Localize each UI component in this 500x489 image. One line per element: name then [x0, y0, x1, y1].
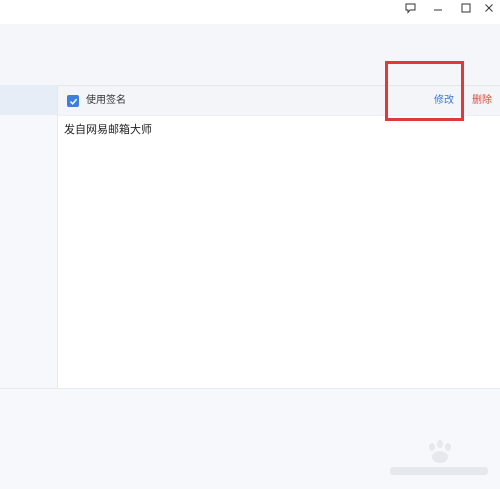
- maximize-button[interactable]: [455, 0, 477, 16]
- sidebar-item-selected[interactable]: [0, 85, 57, 115]
- feedback-button[interactable]: [399, 0, 421, 16]
- toolbar-area: [0, 24, 500, 85]
- close-icon: [485, 4, 493, 12]
- edit-signature-link[interactable]: 修改: [434, 94, 454, 108]
- checkmark-icon: [69, 98, 77, 105]
- minimize-icon: [434, 9, 442, 11]
- signature-header: 使用签名 修改 删除: [58, 86, 500, 116]
- delete-signature-link[interactable]: 删除: [472, 94, 492, 108]
- signature-panel: 使用签名 修改 删除 发自网易邮箱大师: [58, 85, 500, 388]
- settings-sidebar: [0, 85, 58, 388]
- chat-bubble-icon: [405, 3, 415, 14]
- maximize-icon: [461, 3, 471, 13]
- use-signature-label: 使用签名: [86, 95, 126, 106]
- signature-content: 发自网易邮箱大师: [64, 123, 152, 136]
- title-bar: [0, 0, 500, 24]
- footer-area: [0, 388, 500, 489]
- minimize-button[interactable]: [427, 0, 449, 16]
- use-signature-checkbox[interactable]: [67, 95, 79, 107]
- close-button[interactable]: [478, 0, 500, 16]
